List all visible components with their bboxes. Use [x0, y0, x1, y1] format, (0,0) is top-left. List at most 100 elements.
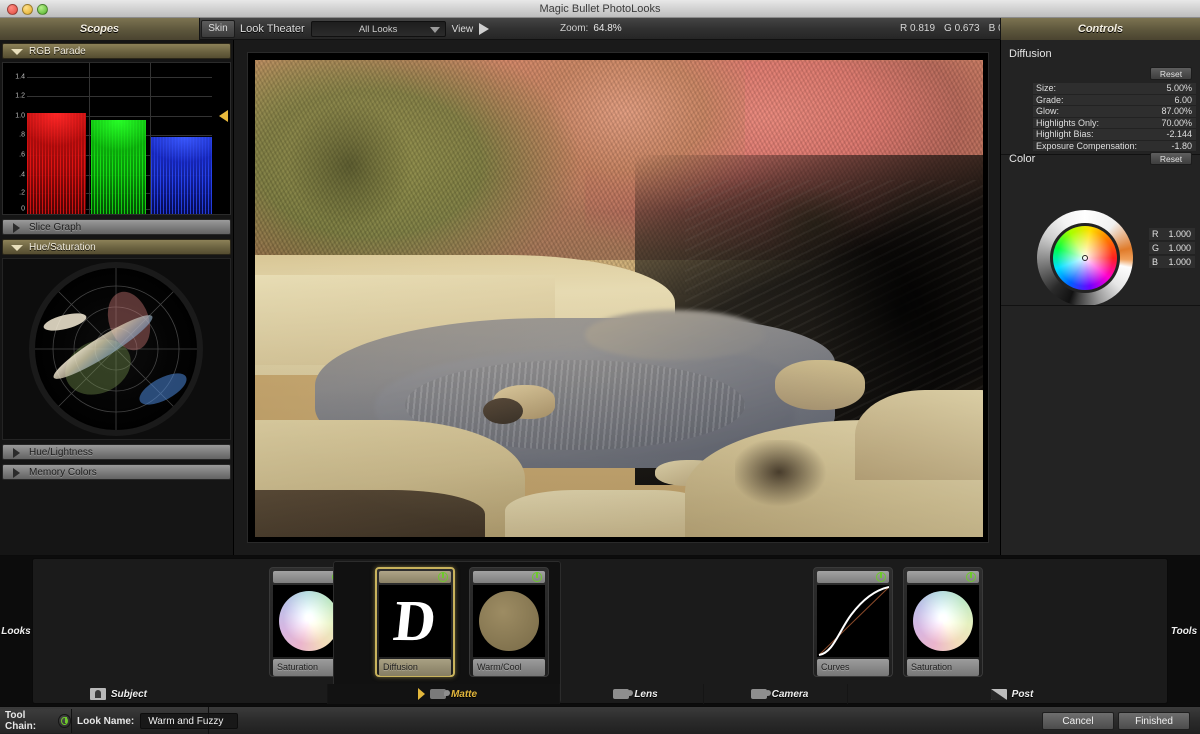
- finished-button[interactable]: Finished: [1118, 712, 1190, 730]
- param-label: Exposure Compensation:: [1033, 140, 1151, 152]
- power-icon[interactable]: [876, 572, 886, 582]
- color-title: Color: [1009, 153, 1036, 165]
- lens-icon: [613, 689, 634, 699]
- category-post[interactable]: Post: [848, 684, 1168, 704]
- play-icon[interactable]: [479, 23, 490, 35]
- power-icon[interactable]: [438, 572, 448, 582]
- channel-value[interactable]: 1.000: [1168, 242, 1191, 255]
- camera-icon: [750, 689, 771, 699]
- param-value[interactable]: 5.00%: [1138, 83, 1196, 95]
- scope-section-label: RGB Parade: [29, 45, 86, 57]
- category-row: Subject Matte Lens Camera Post: [32, 684, 1168, 704]
- scope-section-hue-lightness[interactable]: Hue/Lightness: [2, 444, 231, 460]
- looks-side-label[interactable]: Looks: [0, 556, 32, 706]
- category-label: Subject: [110, 688, 147, 700]
- color-reset-button[interactable]: Reset: [1150, 152, 1192, 165]
- tool-thumb-warm-cool[interactable]: Warm/Cool: [469, 567, 549, 677]
- diffusion-reset-button[interactable]: Reset: [1150, 67, 1192, 80]
- view-label[interactable]: View: [452, 24, 474, 35]
- tool-thumb-label: Curves: [817, 659, 889, 676]
- channel-value[interactable]: 1.000: [1168, 256, 1191, 269]
- axis-tick: 1.4: [15, 73, 25, 81]
- tool-thumb-header: [379, 571, 451, 583]
- zoom-value: 64.8%: [593, 23, 622, 34]
- channel-value[interactable]: 1.000: [1168, 228, 1191, 241]
- rgb-parade-axis: 1.4 1.2 1.0 .8 .6 .4 .2 0: [3, 63, 27, 214]
- param-highlight-bias[interactable]: Highlight Bias: -2.144: [1033, 129, 1196, 141]
- category-matte[interactable]: Matte: [328, 684, 560, 704]
- param-label: Grade:: [1033, 94, 1138, 106]
- look-theater-select[interactable]: All Looks: [310, 21, 446, 37]
- scope-section-label: Hue/Lightness: [29, 446, 93, 458]
- chevron-right-icon: [13, 468, 20, 478]
- color-wheel[interactable]: [1037, 210, 1133, 306]
- param-size[interactable]: Size: 5.00%: [1033, 83, 1196, 95]
- channel-key: B: [1152, 257, 1159, 267]
- color-wheel-handle[interactable]: [1082, 255, 1088, 261]
- scopes-panel: RGB Parade 1.4 1.2 1.0 .8 .6 .4 .2 0 Sli…: [0, 40, 234, 555]
- parade-level-marker[interactable]: [219, 109, 228, 122]
- tool-thumb-saturation-post[interactable]: Saturation: [903, 567, 983, 677]
- param-exposure-compensation[interactable]: Exposure Compensation: -1.80: [1033, 140, 1196, 152]
- param-label: Glow:: [1033, 106, 1138, 118]
- group-post: Curves Saturation: [813, 561, 1169, 703]
- vectorscope-graphic: [29, 262, 203, 436]
- channel-key: G: [1152, 243, 1160, 253]
- category-label: Lens: [634, 688, 658, 700]
- controls-panel: Diffusion Reset Size: 5.00% Grade: 6.00 …: [1000, 40, 1200, 555]
- category-subject[interactable]: Subject: [32, 684, 328, 704]
- scope-section-memory-colors[interactable]: Memory Colors: [2, 464, 231, 480]
- scope-section-hue-saturation[interactable]: Hue/Saturation: [2, 239, 231, 255]
- cancel-button[interactable]: Cancel: [1042, 712, 1114, 730]
- group-subject: Saturation: [33, 561, 349, 703]
- rgb-parade-scope: 1.4 1.2 1.0 .8 .6 .4 .2 0: [2, 62, 231, 215]
- power-icon[interactable]: [58, 714, 71, 728]
- rgb-parade-plot: [27, 63, 212, 214]
- scope-section-label: Memory Colors: [29, 466, 97, 478]
- param-highlights-only[interactable]: Highlights Only: 70.00%: [1033, 117, 1196, 129]
- scope-section-slice-graph[interactable]: Slice Graph: [2, 219, 231, 235]
- category-label: Post: [1011, 688, 1034, 700]
- axis-tick: 1.2: [15, 92, 25, 100]
- tool-thumb-diffusion[interactable]: D Diffusion: [375, 567, 455, 677]
- tool-thumb-curves[interactable]: Curves: [813, 567, 893, 677]
- chevron-down-icon: [429, 27, 440, 33]
- tool-thumb-header: [817, 571, 889, 583]
- solid-tan-icon: [479, 591, 539, 651]
- skin-button[interactable]: Skin: [201, 20, 235, 38]
- tool-thumb-preview: D: [379, 585, 451, 657]
- tab-scopes[interactable]: Scopes: [0, 18, 200, 40]
- category-camera[interactable]: Camera: [704, 684, 848, 704]
- tool-thumb-label: Saturation: [907, 659, 979, 676]
- color-channel-g[interactable]: G 1.000: [1149, 242, 1195, 255]
- preview-photo[interactable]: [255, 60, 983, 537]
- param-value[interactable]: 70.00%: [1138, 117, 1196, 129]
- tool-thumb-label: Diffusion: [379, 659, 451, 676]
- look-theater-value: All Looks: [358, 24, 398, 35]
- hue-saturation-scope: [2, 258, 231, 440]
- tool-chain-group[interactable]: Tool Chain:: [0, 709, 72, 733]
- look-name-input[interactable]: Warm and Fuzzy: [140, 713, 239, 729]
- axis-tick: .4: [19, 171, 25, 179]
- color-channel-b[interactable]: B 1.000: [1149, 256, 1195, 269]
- param-value[interactable]: 6.00: [1138, 94, 1196, 106]
- color-channel-r[interactable]: R 1.000: [1149, 228, 1195, 241]
- param-grade[interactable]: Grade: 6.00: [1033, 94, 1196, 106]
- tool-thumb-preview: [907, 585, 979, 657]
- param-value[interactable]: -1.80: [1151, 140, 1196, 152]
- param-value[interactable]: 87.00%: [1138, 106, 1196, 118]
- category-lens[interactable]: Lens: [560, 684, 704, 704]
- param-value[interactable]: -2.144: [1138, 129, 1196, 141]
- tool-thumb-header: [473, 571, 545, 583]
- channel-key: R: [1152, 229, 1159, 239]
- parade-channel-green: [90, 120, 147, 214]
- flag-icon: [417, 688, 425, 700]
- axis-tick: .6: [19, 151, 25, 159]
- power-icon[interactable]: [532, 572, 542, 582]
- image-viewer[interactable]: [234, 40, 1000, 555]
- scope-section-rgb-parade[interactable]: RGB Parade: [2, 43, 231, 59]
- param-glow[interactable]: Glow: 87.00%: [1033, 106, 1196, 118]
- power-icon[interactable]: [966, 572, 976, 582]
- tools-side-label[interactable]: Tools: [1168, 556, 1200, 706]
- tab-controls[interactable]: Controls: [1000, 18, 1200, 40]
